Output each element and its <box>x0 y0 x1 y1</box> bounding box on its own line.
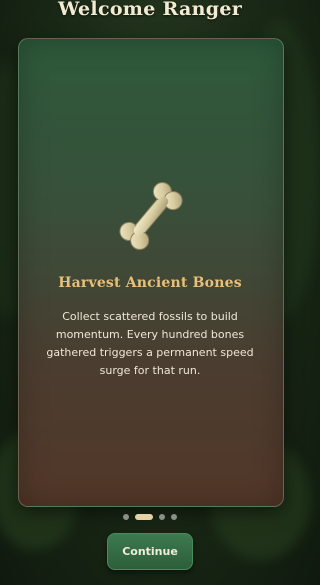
page-title: Welcome Ranger <box>57 0 243 20</box>
pagination-dots <box>0 514 300 520</box>
onboarding-card <box>18 38 284 507</box>
card-description: Collect scattered fossils to build momen… <box>46 310 254 377</box>
page-dot-4[interactable] <box>171 514 177 520</box>
bone-icon <box>119 182 183 250</box>
page-dot-2[interactable] <box>135 514 153 520</box>
continue-button[interactable]: Continue <box>107 533 193 570</box>
page-dot-3[interactable] <box>159 514 165 520</box>
page-dot-1[interactable] <box>123 514 129 520</box>
card-title: Harvest Ancient Bones <box>58 275 242 291</box>
